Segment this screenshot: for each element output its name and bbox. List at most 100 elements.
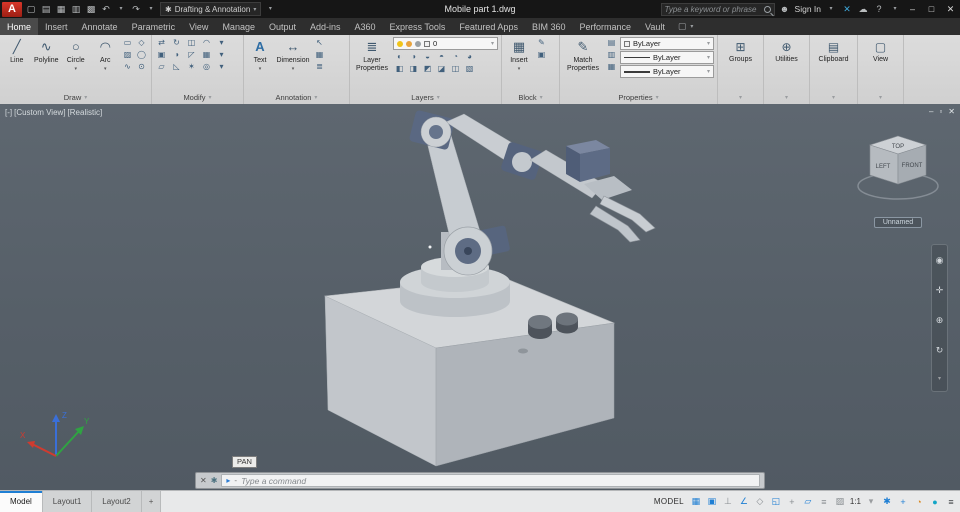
navigation-wheel-icon[interactable]: ◉ xyxy=(936,255,944,266)
layer-on-icon[interactable] xyxy=(397,40,403,47)
polyline-button[interactable]: ∿ Polyline xyxy=(33,37,61,65)
orbit-icon[interactable]: ↻ xyxy=(936,345,944,356)
command-input[interactable] xyxy=(241,475,755,486)
zoom-icon[interactable]: ⊕ xyxy=(936,315,944,326)
explode-icon[interactable]: ✶ xyxy=(185,61,198,72)
viewcube-left-face[interactable]: LEFT xyxy=(876,164,891,170)
clipboard-icon[interactable]: ▤ xyxy=(828,39,839,55)
layer-tool-icon[interactable]: ◑ xyxy=(407,51,420,62)
tab-featured-apps[interactable]: Featured Apps xyxy=(452,18,525,35)
ribbon-options-caret-icon[interactable]: ▾ xyxy=(690,23,693,30)
exchange-apps-icon[interactable]: ✕ xyxy=(841,0,853,18)
fillet-icon[interactable]: ◠ xyxy=(200,37,213,48)
transparency-icon[interactable]: ▨ xyxy=(834,496,846,507)
dynamic-ucs-icon[interactable]: ▱ xyxy=(802,496,814,507)
layer-properties-button[interactable]: ≣ Layer Properties xyxy=(353,37,391,72)
pan-icon[interactable]: ✛ xyxy=(936,285,944,296)
undo-icon[interactable]: ↶ xyxy=(100,0,112,18)
grid-icon[interactable]: ▦ xyxy=(690,496,702,507)
autocad-logo[interactable]: A xyxy=(2,1,22,17)
dimension-button[interactable]: ↔ Dimension ▾ xyxy=(275,37,311,72)
create-block-icon[interactable]: ▣ xyxy=(535,49,548,60)
tab-manage[interactable]: Manage xyxy=(215,18,262,35)
tab-express-tools[interactable]: Express Tools xyxy=(383,18,453,35)
command-close-icon[interactable]: ✕ xyxy=(200,476,207,485)
lineweight-caret-icon[interactable]: ▾ xyxy=(707,68,710,75)
panel-layers-footer[interactable]: Layers ▾ xyxy=(350,91,501,104)
modify-flyout-caret-icon[interactable]: ▾ xyxy=(215,37,228,48)
viewcube-front-face[interactable]: FRONT xyxy=(902,163,923,169)
panel-modify-footer[interactable]: Modify ▾ xyxy=(152,91,243,104)
copy-icon[interactable]: ▣ xyxy=(155,49,168,60)
view-name-badge[interactable]: Unnamed xyxy=(873,217,923,228)
plot-icon[interactable]: ▩ xyxy=(85,0,97,18)
sign-in-button[interactable]: Sign In xyxy=(795,4,821,14)
user-icon[interactable]: ☻ xyxy=(779,0,791,18)
minimize-button[interactable]: – xyxy=(905,0,920,18)
panel-view-caret-icon[interactable]: ▾ xyxy=(879,94,882,101)
ellipse-icon[interactable]: ◯ xyxy=(135,49,148,60)
workspace-switch-icon[interactable]: ✱ xyxy=(881,496,893,507)
erase-icon[interactable]: ◺ xyxy=(170,61,183,72)
command-customize-icon[interactable]: ✱ xyxy=(211,476,218,485)
layer-tool-icon[interactable]: ◫ xyxy=(449,63,462,74)
help-caret-icon[interactable]: ▾ xyxy=(889,0,901,18)
open-file-icon[interactable]: ▤ xyxy=(40,0,52,18)
circle-flyout-caret-icon[interactable]: ▾ xyxy=(74,66,77,72)
ribbon-minimize-icon[interactable]: ▢ xyxy=(678,21,687,32)
layer-tool-icon[interactable]: ▧ xyxy=(463,63,476,74)
rotate-icon[interactable]: ↻ xyxy=(170,37,183,48)
groups-icon[interactable]: ⊞ xyxy=(735,39,745,55)
line-button[interactable]: ╱ Line xyxy=(3,37,31,65)
array-icon[interactable]: ▦ xyxy=(200,49,213,60)
annotation-scale-caret-icon[interactable]: ▾ xyxy=(865,496,877,507)
layer-tool-icon[interactable]: ◐ xyxy=(393,51,406,62)
linetype-select[interactable]: ByLayer ▾ xyxy=(620,51,714,64)
tab-annotate[interactable]: Annotate xyxy=(75,18,125,35)
panel-groups-caret-icon[interactable]: ▾ xyxy=(739,94,742,101)
undo-caret-icon[interactable]: ▾ xyxy=(115,0,127,18)
command-input-field[interactable]: ▸ - xyxy=(221,474,760,487)
search-box[interactable] xyxy=(660,2,775,16)
rectangle-icon[interactable]: ▭ xyxy=(121,37,134,48)
panel-properties-footer[interactable]: Properties ▾ xyxy=(560,91,717,104)
graphics-performance-icon[interactable]: ● xyxy=(929,497,941,507)
point-icon[interactable]: ⊙ xyxy=(135,61,148,72)
properties-tool-icon[interactable]: ▥ xyxy=(605,49,618,60)
isolate-objects-icon[interactable]: ◔ xyxy=(913,497,925,507)
move-icon[interactable]: ⇄ xyxy=(155,37,168,48)
offset-icon[interactable]: ◎ xyxy=(200,61,213,72)
leader-icon[interactable]: ↖ xyxy=(313,37,326,48)
utilities-icon[interactable]: ⊕ xyxy=(781,39,791,55)
save-icon[interactable]: ▦ xyxy=(55,0,67,18)
layer-select-caret-icon[interactable]: ▾ xyxy=(491,40,494,47)
customization-menu-icon[interactable]: ≡ xyxy=(945,497,957,507)
layer-tool-icon[interactable]: ◕ xyxy=(463,51,476,62)
new-layout-button[interactable]: + xyxy=(141,491,162,512)
ortho-icon[interactable]: ⊥ xyxy=(722,496,734,507)
tab-bim-360[interactable]: BIM 360 xyxy=(525,18,573,35)
annotation-scale[interactable]: 1:1 xyxy=(850,497,861,506)
object-snap-icon[interactable]: ◱ xyxy=(770,496,782,507)
panel-utilities-caret-icon[interactable]: ▾ xyxy=(785,94,788,101)
scale-icon[interactable]: ◸ xyxy=(185,49,198,60)
hatch-icon[interactable]: ▨ xyxy=(121,49,134,60)
polar-tracking-icon[interactable]: ∠ xyxy=(738,496,750,507)
tab-view[interactable]: View xyxy=(182,18,215,35)
tab-insert[interactable]: Insert xyxy=(38,18,75,35)
layer-freeze-icon[interactable] xyxy=(406,40,412,47)
redo-icon[interactable]: ↷ xyxy=(130,0,142,18)
panel-draw-footer[interactable]: Draw ▾ xyxy=(0,91,151,104)
panel-clipboard-caret-icon[interactable]: ▾ xyxy=(832,94,835,101)
new-file-icon[interactable]: ▢ xyxy=(25,0,37,18)
tab-parametric[interactable]: Parametric xyxy=(125,18,183,35)
tab-add-ins[interactable]: Add-ins xyxy=(303,18,348,35)
trim-icon[interactable]: ◫ xyxy=(185,37,198,48)
tab-vault[interactable]: Vault xyxy=(638,18,672,35)
annotation-monitor-icon[interactable]: + xyxy=(897,497,909,507)
layer-tool-icon[interactable]: ◩ xyxy=(421,63,434,74)
layout2-tab[interactable]: Layout2 xyxy=(92,491,142,512)
text-style-icon[interactable]: ≣ xyxy=(313,61,326,72)
snap-mode-icon[interactable]: ▣ xyxy=(706,496,718,507)
edit-block-icon[interactable]: ✎ xyxy=(535,37,548,48)
